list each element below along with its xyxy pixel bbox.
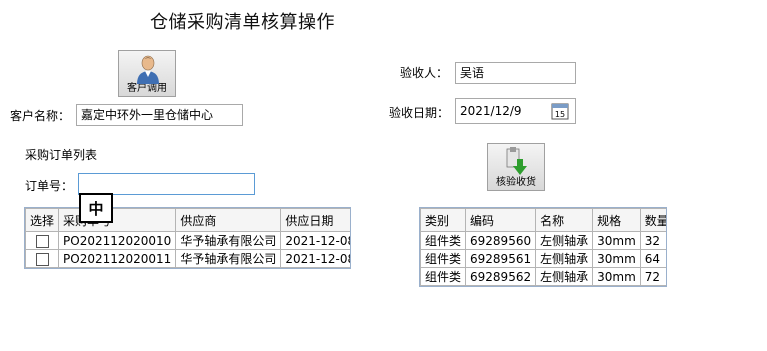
spec-cell: 30mm [592, 249, 641, 268]
inspector-field[interactable]: 吴语 [455, 62, 576, 84]
column-header-select[interactable]: 选择 [25, 208, 60, 232]
column-header-qty[interactable]: 数量 [639, 208, 666, 232]
order-no-label: 订单号： [25, 179, 74, 193]
code-cell: 69289561 [465, 249, 537, 268]
column-header-name[interactable]: 名称 [535, 208, 594, 232]
customer-name-label: 客户名称： [10, 109, 71, 123]
item-name-cell: 左侧轴承 [535, 249, 594, 268]
customer-name-field[interactable]: 嘉定中环外一里仓储中心 [76, 104, 243, 126]
supplier-cell: 华予轴承有限公司 [175, 249, 282, 268]
calendar-icon[interactable]: 15 [551, 102, 569, 120]
inspection-date-value: 2021/12/9 [460, 104, 522, 118]
order-no-cell: PO202112020011 [58, 249, 177, 268]
column-header-supplier[interactable]: 供应商 [175, 208, 282, 232]
table-row[interactable]: PO202112020010 华予轴承有限公司 2021-12-08 [25, 231, 350, 250]
spec-cell: 30mm [592, 231, 641, 250]
column-header-supply-date[interactable]: 供应日期 [280, 208, 350, 232]
column-header-code[interactable]: 编码 [465, 208, 537, 232]
person-icon [137, 55, 159, 84]
calendar-icon-day: 15 [555, 110, 565, 119]
table-row[interactable]: PO202112020011 华予轴承有限公司 2021-12-08 [25, 249, 350, 268]
row-select-checkbox[interactable] [35, 252, 49, 266]
ime-mode-indicator: 中 [79, 193, 113, 223]
order-no-input[interactable] [78, 173, 255, 195]
inspection-date-label: 验收日期： [389, 106, 450, 120]
qty-cell: 32 [639, 231, 666, 250]
code-cell: 69289560 [465, 231, 537, 250]
order-grid: 选择 采购单号 供应商 供应日期 PO202112020010 华予轴承有限公司… [24, 207, 351, 269]
category-cell: 组件类 [420, 231, 467, 250]
items-grid: 类别 编码 名称 规格 数量 组件类 69289560 左侧轴承 30mm 32… [419, 207, 667, 287]
code-cell: 69289562 [465, 267, 537, 286]
column-header-order-no[interactable]: 采购单号 [58, 208, 177, 232]
verify-receipt-button[interactable]: 核验收货 [487, 143, 545, 191]
column-header-spec[interactable]: 规格 [592, 208, 641, 232]
spec-cell: 30mm [592, 267, 641, 286]
items-grid-header: 类别 编码 名称 规格 数量 [420, 208, 666, 232]
qty-cell: 72 [639, 267, 666, 286]
order-list-section-label: 采购订单列表 [25, 148, 98, 162]
customer-lookup-button[interactable]: 客户调用 [118, 50, 176, 97]
category-cell: 组件类 [420, 249, 467, 268]
table-row[interactable]: 组件类 69289562 左侧轴承 30mm 72 [420, 267, 666, 286]
category-cell: 组件类 [420, 267, 467, 286]
qty-cell: 64 [639, 249, 666, 268]
inspector-label: 验收人： [400, 66, 449, 80]
supplier-cell: 华予轴承有限公司 [175, 231, 282, 250]
supply-date-cell: 2021-12-08 [280, 249, 350, 268]
order-grid-header: 选择 采购单号 供应商 供应日期 [25, 208, 350, 232]
table-row[interactable]: 组件类 69289560 左侧轴承 30mm 32 [420, 231, 666, 250]
page-title: 仓储采购清单核算操作 [150, 12, 335, 33]
row-select-checkbox[interactable] [35, 234, 49, 248]
download-arrow-icon [506, 147, 527, 175]
item-name-cell: 左侧轴承 [535, 267, 594, 286]
item-name-cell: 左侧轴承 [535, 231, 594, 250]
column-header-category[interactable]: 类别 [420, 208, 467, 232]
order-no-cell: PO202112020010 [58, 231, 177, 250]
table-row[interactable]: 组件类 69289561 左侧轴承 30mm 64 [420, 249, 666, 268]
supply-date-cell: 2021-12-08 [280, 231, 350, 250]
inspection-date-field[interactable]: 2021/12/9 15 [455, 98, 576, 124]
